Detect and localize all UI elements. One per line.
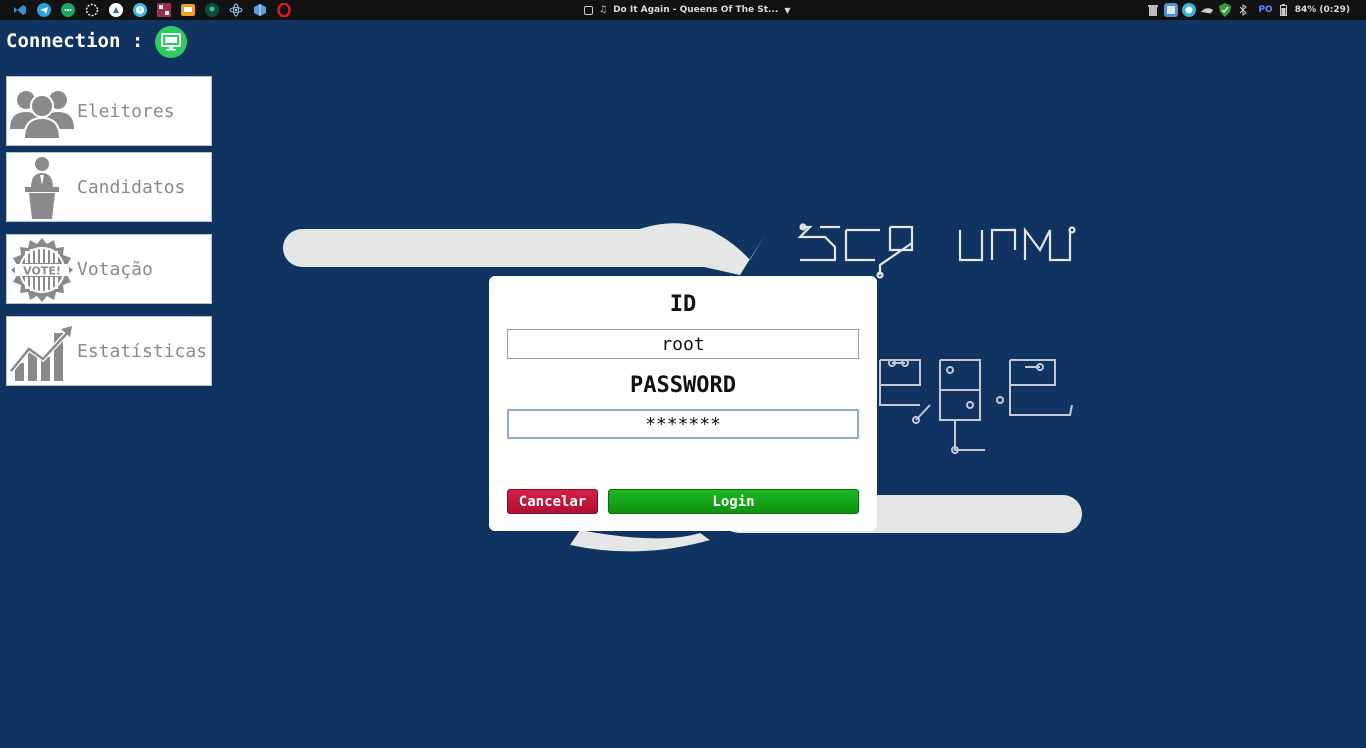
menu-item-votacao[interactable]: VOTE! Votação [6, 234, 212, 304]
password-label: PASSWORD [630, 373, 736, 398]
id-label: ID [669, 292, 697, 317]
app-launcher-tray [12, 2, 292, 18]
virtualbox-icon[interactable] [252, 2, 268, 18]
cancel-button[interactable]: Cancelar [507, 489, 598, 514]
bluetooth-icon[interactable] [1236, 3, 1250, 17]
menu-item-label: Estatísticas [77, 341, 208, 362]
timer-icon[interactable] [1182, 3, 1197, 17]
monitor-icon [161, 33, 181, 51]
media-player-icon [584, 5, 593, 15]
system-tray: PO 84% (0:29) [1146, 2, 1350, 18]
media-title: Do It Again - Queens Of The St... [613, 5, 779, 15]
shield-icon[interactable] [1218, 3, 1232, 17]
statistics-chart-icon [9, 326, 72, 381]
gitkraken-icon[interactable] [204, 2, 220, 18]
menu-item-label: Votação [77, 259, 153, 280]
loading-ring-icon[interactable] [84, 2, 100, 18]
svg-text:VOTE!: VOTE! [23, 265, 61, 278]
cloud-sync-icon[interactable] [1200, 3, 1214, 17]
vscode-icon[interactable] [12, 2, 28, 18]
menu-item-estatisticas[interactable]: Estatísticas [6, 316, 212, 386]
atom-icon[interactable] [228, 2, 244, 18]
clock-app-icon[interactable] [132, 2, 148, 18]
battery-status[interactable]: 84% (0:29) [1295, 5, 1350, 15]
connection-status-indicator[interactable] [155, 26, 187, 58]
telegram-icon[interactable] [36, 2, 52, 18]
chat-app-icon[interactable] [180, 2, 196, 18]
grid-app-icon[interactable] [156, 2, 172, 18]
opera-icon[interactable] [276, 2, 292, 18]
trash-icon[interactable] [1146, 3, 1160, 17]
menu-item-candidatos[interactable]: Candidatos [6, 152, 212, 222]
music-note-icon: ♫ [599, 5, 608, 15]
hangouts-icon[interactable] [60, 2, 76, 18]
menu-item-label: Eleitores [77, 101, 175, 122]
login-dialog: ID PASSWORD Cancelar Login [489, 276, 877, 531]
candidate-podium-icon [25, 157, 59, 219]
id-input[interactable] [507, 329, 859, 359]
menu-item-label: Candidatos [77, 177, 186, 198]
chevron-down-icon: ▼ [784, 5, 791, 15]
menu-item-eleitores[interactable]: Eleitores [6, 76, 212, 146]
network-manager-icon[interactable] [1164, 3, 1179, 17]
connection-label: Connection : [6, 30, 144, 52]
battery-icon [1277, 3, 1291, 17]
vote-seal-icon: VOTE! [11, 238, 73, 302]
login-button[interactable]: Login [608, 489, 859, 514]
browser-icon[interactable] [108, 2, 124, 18]
voters-group-icon [10, 91, 74, 140]
keyboard-layout[interactable]: PO [1258, 5, 1272, 15]
media-indicator[interactable]: ♫ Do It Again - Queens Of The St... ▼ [584, 3, 790, 17]
top-panel: ♫ Do It Again - Queens Of The St... ▼ PO… [0, 0, 1366, 20]
password-input[interactable] [507, 409, 859, 439]
